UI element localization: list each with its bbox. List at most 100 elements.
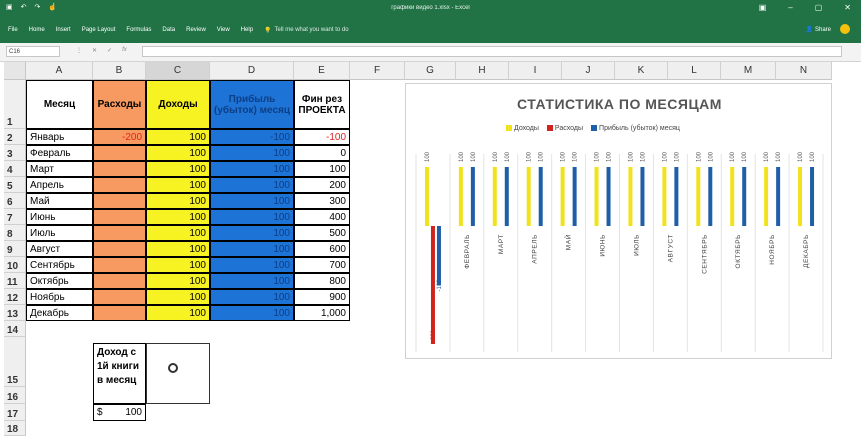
cell-fin[interactable]: 400 — [294, 209, 350, 225]
cell-expenses[interactable] — [93, 225, 146, 241]
column-header-m[interactable]: M — [721, 62, 776, 80]
cancel-icon[interactable]: ✕ — [92, 47, 97, 54]
column-header-g[interactable]: G — [405, 62, 456, 80]
column-header-h[interactable]: H — [456, 62, 509, 80]
row-header-17[interactable]: 17 — [4, 404, 26, 421]
row-header-10[interactable]: 10 — [4, 257, 26, 273]
cell-income[interactable]: 100 — [146, 161, 210, 177]
cell-expenses[interactable]: -200 — [93, 129, 146, 145]
cell-fin[interactable]: 500 — [294, 225, 350, 241]
tab-formulas[interactable]: Formulas — [126, 27, 151, 34]
tab-data[interactable]: Data — [162, 27, 175, 34]
row-header-6[interactable]: 6 — [4, 193, 26, 209]
cell-income[interactable]: 100 — [146, 289, 210, 305]
minimize-icon[interactable]: – — [788, 3, 792, 12]
cell-fin[interactable]: 100 — [294, 161, 350, 177]
tell-me-box[interactable]: 💡 Tell me what you want to do — [264, 27, 349, 34]
cell-profit[interactable]: 100 — [210, 177, 294, 193]
cell-month[interactable]: Декабрь — [26, 305, 93, 321]
row-header-2[interactable]: 2 — [4, 129, 26, 145]
cell-profit[interactable]: -100 — [210, 129, 294, 145]
cell-income[interactable]: 100 — [146, 129, 210, 145]
cell-month[interactable]: Сентябрь — [26, 257, 93, 273]
cell-income[interactable]: 100 — [146, 145, 210, 161]
row-header-3[interactable]: 3 — [4, 145, 26, 161]
row-header-4[interactable]: 4 — [4, 161, 26, 177]
cell-expenses[interactable] — [93, 145, 146, 161]
column-header-j[interactable]: J — [562, 62, 615, 80]
tab-view[interactable]: View — [217, 27, 230, 34]
cell-expenses[interactable] — [93, 257, 146, 273]
cell-fin[interactable]: -100 — [294, 129, 350, 145]
header-fin[interactable]: Фин рез ПРОЕКТА — [294, 80, 350, 129]
cell-fin[interactable]: 200 — [294, 177, 350, 193]
cell-income[interactable]: 100 — [146, 241, 210, 257]
tab-review[interactable]: Review — [186, 27, 206, 34]
cell-profit[interactable]: 100 — [210, 193, 294, 209]
cell-expenses[interactable] — [93, 177, 146, 193]
cell-profit[interactable]: 100 — [210, 305, 294, 321]
cell-month[interactable]: Май — [26, 193, 93, 209]
cell-fin[interactable]: 1,000 — [294, 305, 350, 321]
insert-function-icon[interactable]: fx — [122, 47, 127, 54]
row-header-13[interactable]: 13 — [4, 305, 26, 321]
cell-profit[interactable]: 100 — [210, 241, 294, 257]
header-month[interactable]: Месяц — [26, 80, 93, 129]
cell-expenses[interactable] — [93, 273, 146, 289]
tab-home[interactable]: Home — [29, 27, 45, 34]
cell-income[interactable]: 100 — [146, 177, 210, 193]
cell-month[interactable]: Март — [26, 161, 93, 177]
cell-income[interactable]: 100 — [146, 273, 210, 289]
row-header-15[interactable]: 15 — [4, 337, 26, 387]
cell-fin[interactable]: 600 — [294, 241, 350, 257]
cell-fin[interactable]: 700 — [294, 257, 350, 273]
ribbon-display-icon[interactable]: ▣ — [759, 3, 767, 12]
row-header-5[interactable]: 5 — [4, 177, 26, 193]
cell-income[interactable]: 100 — [146, 305, 210, 321]
cell-expenses[interactable] — [93, 193, 146, 209]
cell-month[interactable]: Июль — [26, 225, 93, 241]
cell-month[interactable]: Август — [26, 241, 93, 257]
cell-month[interactable]: Апрель — [26, 177, 93, 193]
cell-expenses[interactable] — [93, 209, 146, 225]
row-header-16[interactable]: 16 — [4, 387, 26, 404]
column-header-k[interactable]: K — [615, 62, 668, 80]
formula-input[interactable] — [142, 46, 842, 57]
currency-cell[interactable]: $100 — [93, 404, 146, 421]
cell-profit[interactable]: 100 — [210, 225, 294, 241]
tab-file[interactable]: File — [8, 27, 18, 34]
cell-fin[interactable]: 900 — [294, 289, 350, 305]
cell-month[interactable]: Январь — [26, 129, 93, 145]
header-income[interactable]: Доходы — [146, 80, 210, 129]
cell-income[interactable]: 100 — [146, 225, 210, 241]
column-header-c[interactable]: C — [146, 62, 210, 80]
header-expenses[interactable]: Расходы — [93, 80, 146, 129]
cell-expenses[interactable] — [93, 305, 146, 321]
cell-profit[interactable]: 100 — [210, 257, 294, 273]
tab-help[interactable]: Help — [241, 27, 253, 34]
share-button[interactable]: 👤 Share — [806, 26, 831, 33]
header-profit[interactable]: Прибыль (убыток) месяц — [210, 80, 294, 129]
tab-page-layout[interactable]: Page Layout — [82, 27, 116, 34]
column-header-l[interactable]: L — [668, 62, 721, 80]
cell-income[interactable]: 100 — [146, 193, 210, 209]
cell-profit[interactable]: 100 — [210, 145, 294, 161]
cell-profit[interactable]: 100 — [210, 209, 294, 225]
cell-income[interactable]: 100 — [146, 257, 210, 273]
cell-profit[interactable]: 100 — [210, 161, 294, 177]
cell-profit[interactable]: 100 — [210, 273, 294, 289]
cell-fin[interactable]: 0 — [294, 145, 350, 161]
tab-insert[interactable]: Insert — [56, 27, 71, 34]
name-box[interactable]: C16 — [6, 46, 60, 57]
cell-expenses[interactable] — [93, 161, 146, 177]
row-header-7[interactable]: 7 — [4, 209, 26, 225]
income-label-cell[interactable]: Доход с 1й книги в месяц — [93, 343, 146, 404]
selected-cell-c16[interactable] — [146, 343, 210, 404]
feedback-smiley-icon[interactable] — [840, 24, 850, 34]
cell-month[interactable]: Ноябрь — [26, 289, 93, 305]
row-header-1[interactable]: 1 — [4, 80, 26, 129]
row-header-9[interactable]: 9 — [4, 241, 26, 257]
cell-fin[interactable]: 300 — [294, 193, 350, 209]
cell-profit[interactable]: 100 — [210, 289, 294, 305]
column-header-f[interactable]: F — [350, 62, 405, 80]
